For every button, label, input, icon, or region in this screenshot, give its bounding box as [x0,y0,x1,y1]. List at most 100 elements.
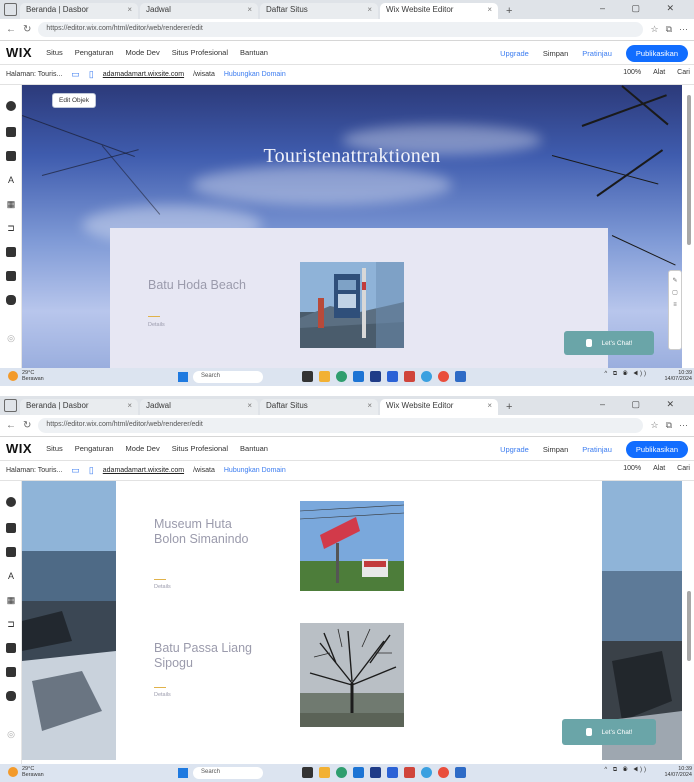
business-icon[interactable]: ⊐ [6,619,16,629]
menu-item[interactable]: Mode Dev [126,444,160,453]
sections-icon[interactable] [6,523,16,533]
chrome-icon[interactable] [438,767,449,778]
word-icon[interactable] [387,767,398,778]
mail-icon[interactable] [370,371,381,382]
canvas-scrollbar[interactable] [685,481,693,764]
page-selector[interactable]: Halaman: Touris... [6,467,62,474]
connect-domain-link[interactable]: Hubungkan Domain [224,71,286,78]
reload-icon[interactable]: ↻ [23,420,31,431]
browser-tab[interactable]: Daftar Situs × [260,3,378,19]
pen-icon[interactable]: ✎ [669,275,681,287]
menu-item[interactable]: Mode Dev [126,48,160,57]
attraction-photo[interactable] [300,501,404,591]
search-button[interactable]: Cari [677,69,690,76]
menu-item[interactable]: Situs [46,48,63,57]
chat-button[interactable]: Let's Chat! [562,719,656,745]
attraction-photo[interactable] [300,262,404,348]
edge-icon[interactable] [336,767,347,778]
preview-button[interactable]: Pratinjau [582,49,612,58]
save-button[interactable]: Simpan [543,445,568,454]
help-icon[interactable]: ◎ [6,333,16,343]
app-icon[interactable] [404,767,415,778]
wix-logo[interactable]: WIX [6,441,32,456]
weather-icon[interactable] [8,767,18,777]
cms-icon[interactable] [6,667,16,677]
pages-icon[interactable] [6,547,16,557]
mobile-icon[interactable]: ▯ [89,69,94,80]
system-tray[interactable]: ^ ⧉ ◉ ◀)) [604,767,648,774]
reload-icon[interactable]: ↻ [23,24,31,35]
apps-icon[interactable]: ▦ [6,199,16,209]
chat-button[interactable]: Let's Chat! [564,331,654,355]
attraction-details-link[interactable]: Details [148,322,165,328]
close-icon[interactable]: × [127,5,132,17]
pages-icon[interactable] [6,151,16,161]
sections-icon[interactable] [6,127,16,137]
url-input[interactable]: https://editor.wix.com/html/editor/web/r… [38,418,644,433]
preview-button[interactable]: Pratinjau [582,445,612,454]
back-icon[interactable]: ← [6,420,16,431]
taskbar-clock[interactable]: 10:39 14/07/2024 [664,766,692,778]
site-domain[interactable]: adamadamart.wixsite.com [103,467,184,474]
star-icon[interactable]: ☆ [650,24,658,35]
app-icon[interactable] [455,767,466,778]
tools-button[interactable]: Alat [653,69,665,76]
mail-icon[interactable] [370,767,381,778]
close-icon[interactable]: × [367,401,372,413]
window-menu-icon[interactable] [4,399,17,412]
menu-item[interactable]: Situs Profesional [172,444,228,453]
portfolio-icon[interactable] [6,295,16,305]
browser-tab-active[interactable]: Wix Website Editor × [380,3,498,19]
scrollbar-thumb[interactable] [687,591,691,661]
weather-widget[interactable]: 29°C Berawan [22,766,44,778]
save-button[interactable]: Simpan [543,49,568,58]
menu-item[interactable]: Situs Profesional [172,48,228,57]
portfolio-icon[interactable] [6,691,16,701]
taskview-icon[interactable] [302,371,313,382]
attraction-details-link[interactable]: Details [154,584,171,590]
file-explorer-icon[interactable] [319,767,330,778]
more-icon[interactable]: ⋯ [679,420,688,431]
menu-item[interactable]: Pengaturan [75,444,114,453]
menu-item[interactable]: Pengaturan [75,48,114,57]
publish-button[interactable]: Publikasikan [625,441,688,458]
close-icon[interactable]: × [247,5,252,17]
store-icon[interactable] [353,371,364,382]
word-icon[interactable] [387,371,398,382]
connect-domain-link[interactable]: Hubungkan Domain [224,467,286,474]
zoom-level[interactable]: 100% [623,465,641,472]
browser-tab[interactable]: Beranda | Dasbor × [20,399,138,415]
chrome-icon[interactable] [438,371,449,382]
browser-tab[interactable]: Jadwal × [140,399,258,415]
system-tray[interactable]: ^ ⧉ ◉ ◀)) [604,371,648,378]
desktop-icon[interactable]: ▭ [71,69,80,80]
browser-tab[interactable]: Beranda | Dasbor × [20,3,138,19]
upgrade-link[interactable]: Upgrade [500,445,529,454]
design-icon[interactable]: A [6,571,16,581]
attractions-card[interactable]: Batu Hoda Beach Details [110,228,608,368]
add-icon[interactable] [6,497,16,507]
help-icon[interactable]: ◎ [6,729,16,739]
taskbar-search[interactable]: Search [193,371,263,383]
site-domain[interactable]: adamadamart.wixsite.com [103,71,184,78]
comment-icon[interactable]: ▢ [669,287,681,299]
close-icon[interactable]: × [487,401,492,413]
publish-button[interactable]: Publikasikan [625,45,688,62]
extensions-icon[interactable]: ⧉ [666,420,672,431]
close-icon[interactable]: × [127,401,132,413]
layers-icon[interactable]: ≡ [669,299,681,311]
weather-widget[interactable]: 29°C Berawan [22,370,44,382]
taskview-icon[interactable] [302,767,313,778]
mobile-icon[interactable]: ▯ [89,465,94,476]
edge-icon[interactable] [336,371,347,382]
edit-object-chip[interactable]: Edit Objek [52,93,96,108]
extensions-icon[interactable]: ⧉ [666,24,672,35]
scrollbar-thumb[interactable] [687,95,691,245]
browser-tab[interactable]: Jadwal × [140,3,258,19]
weather-icon[interactable] [8,371,18,381]
wix-logo[interactable]: WIX [6,45,32,60]
window-controls[interactable]: – ▢ ✕ [600,3,686,14]
menu-item[interactable]: Situs [46,444,63,453]
cms-icon[interactable] [6,271,16,281]
app-icon[interactable] [421,767,432,778]
